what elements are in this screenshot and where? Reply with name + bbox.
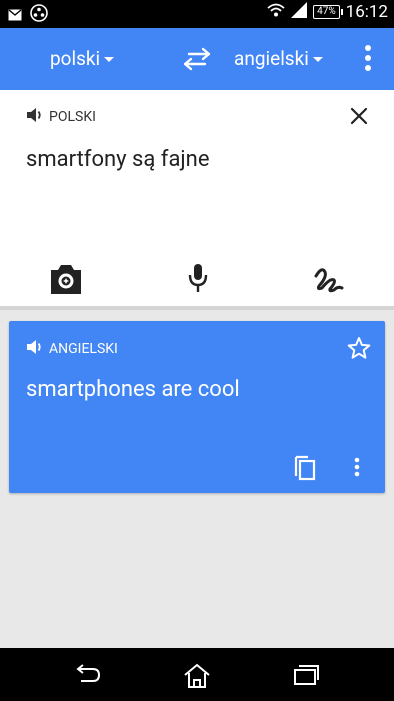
wifi-icon	[267, 2, 285, 22]
translation-card[interactable]: ANGIELSKI smartphones are cool	[9, 321, 385, 493]
close-icon[interactable]	[349, 106, 369, 130]
back-icon[interactable]	[75, 663, 103, 691]
star-icon[interactable]	[347, 336, 371, 364]
source-text[interactable]: smartfony są fajne	[26, 147, 210, 172]
more-icon[interactable]	[351, 457, 363, 483]
app-icon	[30, 4, 48, 26]
recent-apps-icon[interactable]	[292, 663, 320, 691]
home-icon[interactable]	[183, 663, 211, 693]
divider	[0, 306, 394, 310]
overflow-menu-icon[interactable]	[356, 43, 380, 77]
microphone-icon[interactable]	[187, 262, 209, 300]
signal-icon	[291, 2, 308, 22]
chevron-down-icon	[104, 57, 115, 62]
camera-icon[interactable]	[49, 262, 83, 300]
app-bar: polski angielski	[0, 28, 394, 90]
source-language-selector[interactable]: polski	[50, 47, 115, 70]
result-language-speaker[interactable]: ANGIELSKI	[26, 339, 118, 359]
source-language-speaker[interactable]: POLSKI	[26, 107, 96, 127]
translation-text[interactable]: smartphones are cool	[26, 377, 240, 402]
target-language-label: angielski	[234, 47, 309, 70]
clock: 16:12	[345, 2, 388, 22]
handwriting-icon[interactable]	[312, 262, 346, 300]
result-language-heading: ANGIELSKI	[49, 341, 118, 357]
mail-icon	[8, 6, 22, 25]
status-bar: 47% 16:12	[0, 0, 394, 28]
speaker-icon	[26, 339, 44, 359]
chevron-down-icon	[312, 57, 323, 62]
battery-icon: 47%	[313, 5, 343, 19]
copy-icon[interactable]	[293, 454, 317, 486]
navigation-bar	[0, 648, 394, 701]
source-panel: POLSKI smartfony są fajne	[0, 90, 394, 306]
swap-icon[interactable]	[181, 46, 213, 76]
source-language-heading: POLSKI	[49, 109, 96, 125]
source-language-label: polski	[50, 47, 101, 70]
target-language-selector[interactable]: angielski	[234, 47, 323, 70]
speaker-icon	[26, 107, 44, 127]
